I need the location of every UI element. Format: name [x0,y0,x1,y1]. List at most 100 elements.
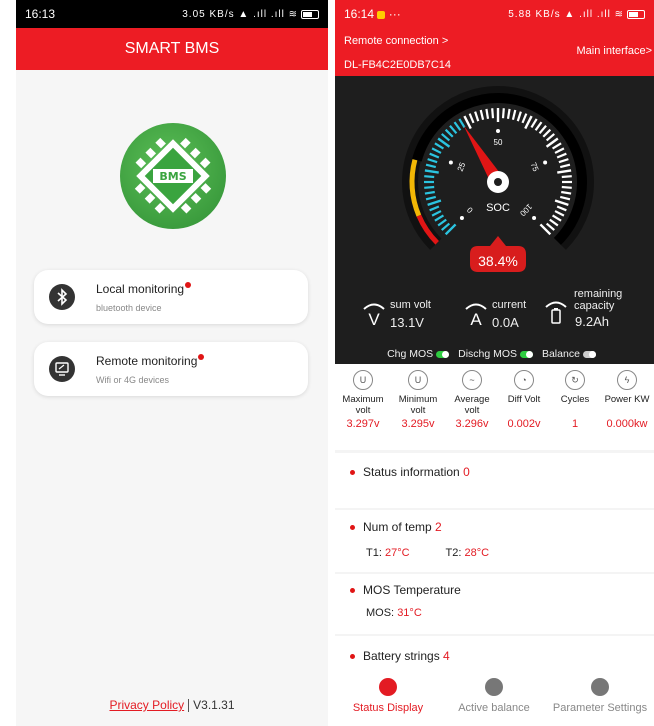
voltmeter-icon: U [353,370,373,390]
metric-avg-volt: ~ Average volt 3.296v [446,370,498,430]
gauge-tick [441,222,451,231]
gauge-tick [431,147,442,154]
remote-connection-link[interactable]: Remote connection > [344,35,448,47]
bullet [350,470,355,476]
wave-icon: ~ [462,370,482,390]
gauge-tick [434,214,445,222]
gauge-tick [424,190,435,195]
gauge-major-dot [543,160,548,165]
local-monitoring-card[interactable]: Local monitoring bluetooth device [34,270,308,324]
gauge-tick [506,108,511,119]
sum-volt-label: sum volt [390,299,431,311]
gauge-tick [557,169,572,174]
mos-status-row: Chg MOS Dischg MOS Balance [335,348,654,360]
connection-header: Remote connection > Main interface> DL-F… [335,28,654,76]
gauge-tick [468,113,475,124]
gauge-tick [479,109,485,121]
battery-icon [627,9,645,19]
metric-cycles: ↻ Cycles 1 [549,370,601,430]
gauge-tick-label: 25 [456,161,468,173]
gauge-tick [429,152,440,159]
footer: Privacy Policy V3.1.31 [16,698,328,713]
bottom-tab-bar: Status Display Active balance Parameter … [335,672,654,726]
divider [188,699,190,713]
privacy-policy-link[interactable]: Privacy Policy [109,698,184,712]
metric-diff-volt: ◔ Diff Volt 0.002v [498,370,550,430]
left-screen: 16:13 3.05 KB/s ▲ .ıll .ıll ≋ SMART BMS … [16,0,328,726]
remote-monitoring-card[interactable]: Remote monitoring Wifi or 4G devices [34,342,308,396]
bullet [350,588,355,594]
dashboard-panel: 0 25 50 75 100 SOC 38.4% V sum volt 13.1V A … [335,76,654,364]
chip-icon: BMS [134,137,212,214]
current-value: 0.0A [492,315,519,330]
gauge-tick [561,190,572,195]
t1-value: 27°C [384,547,410,559]
status-information-section[interactable]: Status information 0 [335,453,654,508]
mos-temperature-section: MOS Temperature MOS: 31°C [335,574,654,634]
tab-status-display[interactable]: Status Display [335,678,441,714]
parameter-settings-icon [591,678,609,696]
gauge-tick [437,218,447,227]
new-indicator-dot [198,354,205,360]
gauge-tick [556,152,567,159]
soc-gauge: 0 25 50 75 100 SOC 38.4% [402,86,594,272]
local-monitoring-title: Local monitoring [96,282,185,296]
gauge-tick [424,185,435,189]
gauge-tick [444,128,454,138]
battery-icon [301,9,319,19]
gauge-tick [501,108,505,119]
gauge-tick [559,195,571,201]
gauge-tick [554,210,565,217]
gauge-major-dot [496,129,500,133]
gauge-tick [554,147,565,154]
status-info-count: 0 [463,465,470,479]
gauge-tick [491,108,495,119]
gauge-tick [538,125,547,135]
gauge-tick [458,118,466,129]
status-bar: 16:14 ··· 5.88 KB/s ▲ .ıll .ıll ≋ [335,0,654,28]
status-bar: 16:13 3.05 KB/s ▲ .ıll .ıll ≋ [16,0,328,28]
gauge-tick-label: 75 [529,161,541,173]
gauge-tick [556,205,567,212]
balance-toggle[interactable] [582,350,596,358]
status-time: 16:14 [344,7,375,21]
temperature-section: Num of temp 2 T1: 27°C T2: 28°C [335,510,654,572]
current-icon: A [465,303,487,327]
gauge-tick-label: 50 [494,138,503,147]
chg-mos-label: Chg MOS [387,348,434,360]
tab-active-balance[interactable]: Active balance [441,678,547,714]
gauge-tick [554,199,569,207]
gauge-tick [429,205,440,212]
status-icons: 3.05 KB/s ▲ .ıll .ıll ≋ [182,9,319,20]
gauge-tick [453,121,462,131]
gauge-tick [542,128,552,138]
gauge-tick [558,158,569,164]
gauge-tick [425,195,437,201]
active-balance-icon [485,678,503,696]
sum-volt-value: 13.1V [390,315,424,330]
remaining-value: 9.2Ah [575,314,609,329]
cycle-icon: ↻ [565,370,585,390]
voltmeter-icon: U [408,370,428,390]
gauge-tick [549,218,559,227]
status-time: 16:13 [25,7,56,21]
dischg-mos-label: Dischg MOS [458,348,518,360]
svg-text:V: V [368,310,380,327]
remaining-label: remaining [574,288,623,300]
local-monitoring-subtitle: bluetooth device [96,303,162,313]
gauge-tick [521,113,528,124]
battery-strings-section: Battery strings 4 [335,636,654,672]
battery-strings-count: 4 [443,649,450,663]
gauge-tick [441,133,451,142]
gauge-tick [551,214,562,222]
main-interface-link[interactable]: Main interface> [576,45,652,57]
tab-parameter-settings[interactable]: Parameter Settings [547,678,653,714]
chg-mos-toggle[interactable] [436,350,450,358]
new-indicator-dot [185,282,192,288]
gauge-tick [545,222,555,231]
gauge-tick [551,142,562,150]
dischg-mos-toggle[interactable] [520,350,534,358]
gauge-tick [424,169,439,174]
remote-monitoring-title: Remote monitoring [96,354,198,368]
bullet [350,654,355,660]
